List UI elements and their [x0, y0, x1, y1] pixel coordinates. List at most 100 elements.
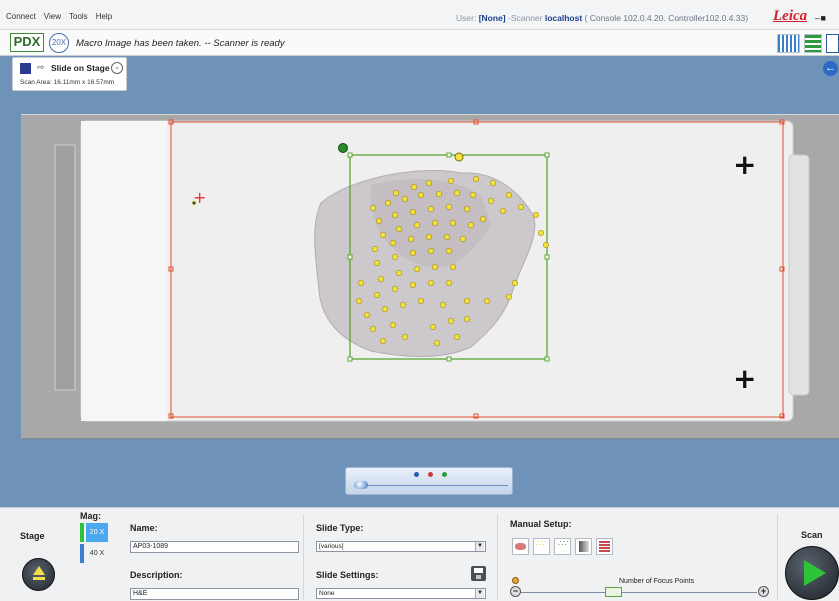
focus-points-green-icon[interactable]: ∴∵: [554, 538, 571, 555]
focus-point-marker[interactable]: [483, 298, 490, 305]
focus-point-marker[interactable]: [355, 298, 362, 305]
focus-point-marker[interactable]: [467, 222, 474, 229]
focus-point-marker[interactable]: [463, 206, 470, 213]
focus-point-marker[interactable]: [445, 204, 452, 211]
name-field[interactable]: AP03-1089: [130, 541, 299, 553]
slide-image-area[interactable]: + + +: [21, 114, 839, 439]
focus-point-marker[interactable]: [542, 242, 549, 249]
focus-point-marker[interactable]: [375, 218, 382, 225]
focus-point-marker[interactable]: [409, 209, 416, 216]
focus-point-marker[interactable]: [447, 177, 454, 184]
layers-icon[interactable]: [596, 538, 613, 555]
focus-point-marker[interactable]: [401, 334, 408, 341]
scan-button[interactable]: [785, 546, 839, 600]
focus-point-marker[interactable]: [395, 226, 402, 233]
focus-point-marker[interactable]: [369, 205, 376, 212]
focus-point-marker[interactable]: [429, 324, 436, 331]
focus-point-marker[interactable]: [449, 264, 456, 271]
focus-point-marker[interactable]: [439, 302, 446, 309]
focus-point-marker[interactable]: [413, 266, 420, 273]
menu-tools[interactable]: Tools: [69, 12, 88, 21]
focus-point-marker[interactable]: [487, 198, 494, 205]
grid-view-icon[interactable]: [777, 34, 800, 53]
focus-point-marker[interactable]: [433, 340, 440, 347]
focus-point-marker[interactable]: [447, 318, 454, 325]
focus-point-marker[interactable]: [417, 298, 424, 305]
focus-point-marker[interactable]: [381, 306, 388, 313]
focus-point-marker[interactable]: [379, 232, 386, 239]
focus-point-marker[interactable]: [435, 191, 442, 198]
focus-point-marker[interactable]: [395, 270, 402, 277]
zoom-slider[interactable]: [345, 467, 513, 495]
focus-point-marker[interactable]: [409, 282, 416, 289]
focus-point-marker[interactable]: [453, 334, 460, 341]
mag-option-20x[interactable]: 20 X: [86, 523, 108, 542]
dropdown-arrow-icon[interactable]: ▼: [475, 589, 484, 598]
focus-point-marker[interactable]: [449, 220, 456, 227]
focus-point-marker[interactable]: [363, 312, 370, 319]
list-view-icon[interactable]: [804, 34, 822, 53]
focus-point-marker[interactable]: [443, 234, 450, 241]
focus-point-marker[interactable]: [369, 326, 376, 333]
menu-view[interactable]: View: [44, 12, 61, 21]
focus-point-marker[interactable]: [427, 280, 434, 287]
focus-point-marker[interactable]: [499, 208, 506, 215]
focus-point-marker[interactable]: [389, 322, 396, 329]
slide-settings-select[interactable]: None ▼: [316, 588, 486, 599]
focus-point-marker[interactable]: [407, 236, 414, 243]
focus-point-marker[interactable]: [472, 175, 479, 182]
focus-point-marker[interactable]: [391, 212, 398, 219]
focus-point-marker[interactable]: [379, 338, 386, 345]
focus-point-marker[interactable]: [445, 248, 452, 255]
focus-point-marker[interactable]: [413, 222, 420, 229]
chevron-down-icon[interactable]: ⌄: [111, 62, 123, 74]
focus-point-marker[interactable]: [489, 180, 496, 187]
focus-point-marker[interactable]: [453, 190, 460, 197]
focus-point-marker[interactable]: [505, 294, 512, 301]
plus-icon[interactable]: +: [758, 586, 769, 597]
focus-point-marker[interactable]: [445, 280, 452, 287]
focus-point-marker[interactable]: [371, 246, 378, 253]
zoom-track[interactable]: [360, 485, 508, 486]
focus-point-marker[interactable]: [401, 196, 408, 203]
focus-point-marker[interactable]: [511, 280, 518, 287]
focus-point-marker[interactable]: [392, 190, 399, 197]
green-dot-icon[interactable]: [442, 472, 447, 477]
focus-point-marker[interactable]: [459, 236, 466, 243]
focus-point-marker[interactable]: [373, 292, 380, 299]
window-controls[interactable]: ‒ ■: [815, 13, 826, 23]
menu-help[interactable]: Help: [96, 12, 112, 21]
save-icon[interactable]: [471, 566, 486, 581]
focus-point-marker[interactable]: [373, 260, 380, 267]
focus-point-marker[interactable]: [469, 192, 476, 199]
focus-point-marker[interactable]: [463, 316, 470, 323]
focus-point-marker[interactable]: [391, 286, 398, 293]
eject-button[interactable]: [22, 558, 55, 591]
focus-point-marker[interactable]: [431, 264, 438, 271]
focus-point-marker[interactable]: [532, 212, 539, 219]
focus-point-marker[interactable]: [410, 184, 417, 191]
focus-point-marker[interactable]: [391, 254, 398, 261]
red-dot-icon[interactable]: [428, 472, 433, 477]
focus-point-marker[interactable]: [463, 298, 470, 305]
focus-point-marker[interactable]: [357, 280, 364, 287]
minus-icon[interactable]: −: [510, 586, 521, 597]
blue-dot-icon[interactable]: [414, 472, 419, 477]
focus-point-marker[interactable]: [399, 302, 406, 309]
focus-points-yellow-icon[interactable]: ∴∵: [533, 538, 550, 555]
zoom-knob[interactable]: [354, 481, 368, 489]
focus-point-marker[interactable]: [537, 230, 544, 237]
focus-point-marker[interactable]: [377, 276, 384, 283]
focus-point-marker[interactable]: [505, 192, 512, 199]
tissue-find-icon[interactable]: [512, 538, 529, 555]
description-field[interactable]: H&E: [130, 588, 299, 600]
menu-connect[interactable]: Connect: [6, 12, 36, 21]
slide-image[interactable]: + + +: [21, 115, 839, 440]
focus-point-marker[interactable]: [431, 220, 438, 227]
focus-point-marker[interactable]: [425, 234, 432, 241]
focus-point-marker[interactable]: [427, 248, 434, 255]
focus-point-marker[interactable]: [417, 192, 424, 199]
back-arrow-icon[interactable]: ←: [823, 61, 838, 76]
scan-area-icon[interactable]: [575, 538, 592, 555]
focus-point-marker[interactable]: [427, 206, 434, 213]
